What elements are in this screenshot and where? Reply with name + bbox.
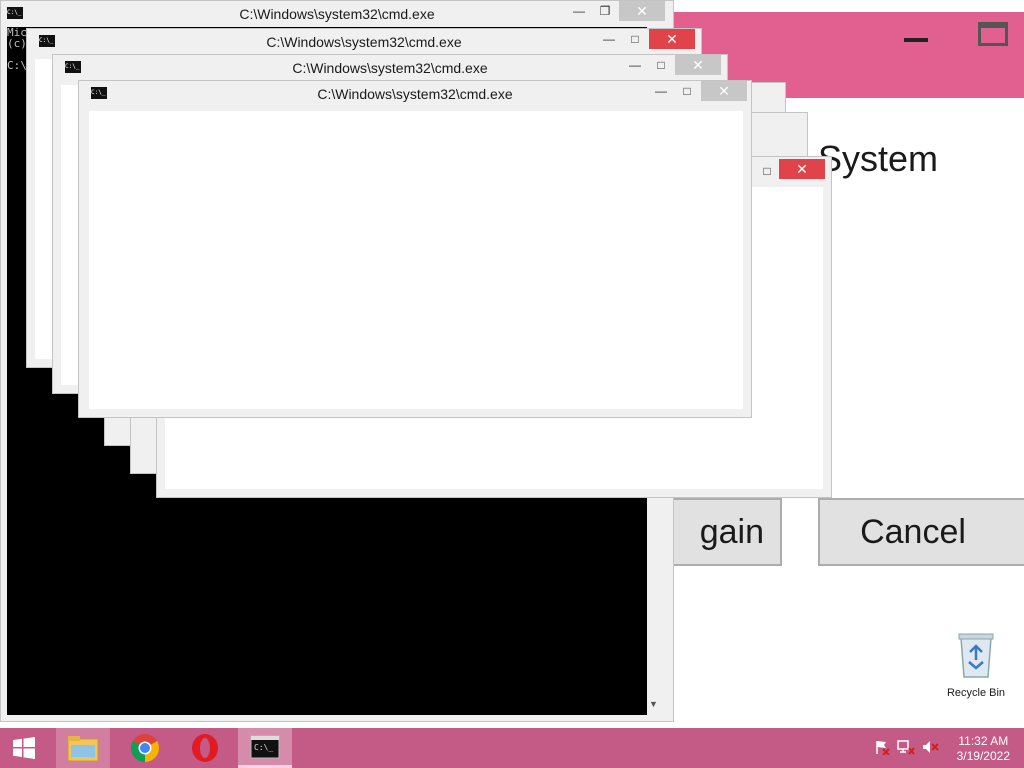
system-clock[interactable]: 11:32 AM 3/19/2022 xyxy=(957,734,1010,764)
svg-text:C:\_: C:\_ xyxy=(254,743,273,752)
cmd-icon: C:\_ xyxy=(7,7,23,19)
clock-time: 11:32 AM xyxy=(958,734,1009,748)
taskbar: C:\_ 11:32 AM 3/19/2022 xyxy=(0,728,1024,768)
recycle-bin-label: Recycle Bin xyxy=(946,687,1006,699)
cancel-button[interactable]: Cancel xyxy=(818,498,1024,566)
action-center-flag-icon[interactable] xyxy=(872,736,892,758)
restore-button[interactable]: ❐ xyxy=(593,1,617,21)
clock-date: 3/19/2022 xyxy=(956,749,1010,763)
console-area[interactable] xyxy=(89,111,743,409)
taskbar-chrome[interactable] xyxy=(118,728,172,768)
folder-icon xyxy=(67,736,99,762)
cmd-icon: C:\_ xyxy=(39,35,55,47)
minimize-button[interactable]: — xyxy=(597,29,621,49)
opera-icon xyxy=(192,734,218,762)
maximize-icon[interactable] xyxy=(978,22,1008,46)
minimize-button[interactable]: □ xyxy=(755,161,779,181)
close-button[interactable]: ✕ xyxy=(649,29,695,49)
minimize-button[interactable]: — xyxy=(649,81,673,101)
scroll-down-icon[interactable]: ▼ xyxy=(649,699,658,709)
command-prompt-icon: C:\_ xyxy=(250,735,280,758)
speaker-muted-icon[interactable] xyxy=(920,736,940,758)
minimize-icon[interactable] xyxy=(904,26,928,50)
close-button[interactable]: ✕ xyxy=(619,1,665,21)
cmd-window-4[interactable]: C:\Windows\system32\cmd.exe C:\_ — □ ✕ xyxy=(78,80,752,418)
taskbar-opera[interactable] xyxy=(178,728,232,768)
minimize-button[interactable]: — xyxy=(567,1,591,21)
maximize-button[interactable]: □ xyxy=(675,81,699,101)
start-button[interactable] xyxy=(0,728,48,768)
recycle-bin[interactable]: Recycle Bin xyxy=(940,630,1012,699)
close-button[interactable]: ✕ xyxy=(779,159,825,179)
console-text: Mic (c) C:\ xyxy=(7,26,27,72)
network-icon[interactable] xyxy=(896,736,916,758)
cmd-icon: C:\_ xyxy=(65,61,81,73)
maximize-button[interactable]: □ xyxy=(649,55,673,75)
windows-logo-icon xyxy=(13,737,35,759)
chrome-icon xyxy=(131,734,159,762)
taskbar-file-explorer[interactable] xyxy=(56,728,110,768)
close-button[interactable]: ✕ xyxy=(675,55,721,75)
taskbar-command-prompt[interactable]: C:\_ xyxy=(238,728,292,768)
close-button[interactable]: ✕ xyxy=(701,81,747,101)
maximize-button[interactable]: □ xyxy=(623,29,647,49)
cmd-icon: C:\_ xyxy=(91,87,107,99)
recycle-bin-icon xyxy=(958,633,994,678)
dialog-title: System xyxy=(818,138,939,179)
minimize-button[interactable]: — xyxy=(623,55,647,75)
